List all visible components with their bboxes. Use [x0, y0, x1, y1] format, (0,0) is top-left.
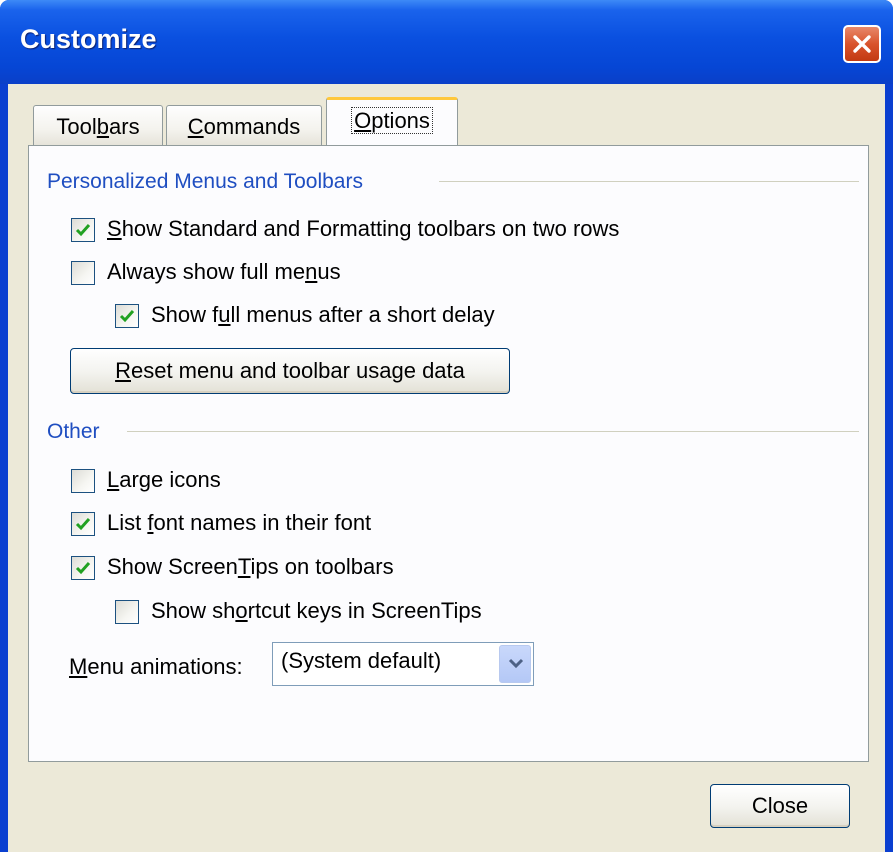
title-bar[interactable]: Customize	[0, 0, 893, 84]
tab-focus-outline: Options	[351, 107, 433, 134]
checkbox[interactable]	[71, 512, 95, 536]
tab-mnemonic: b	[96, 114, 110, 139]
option-label: Show full menus after a short delay	[151, 302, 495, 327]
chevron-down-icon[interactable]	[499, 645, 531, 683]
tab-toolbars[interactable]: Toolbars	[33, 105, 163, 145]
menu-animations-select[interactable]: (System default)	[272, 642, 534, 686]
dialog-body: Toolbars Commands Options Personalized M…	[8, 84, 885, 852]
close-icon[interactable]	[843, 25, 881, 63]
tab-label: ars	[109, 114, 140, 139]
reset-usage-button[interactable]: Reset menu and toolbar usage data	[70, 348, 510, 394]
checkbox[interactable]	[115, 304, 139, 328]
option-delay[interactable]: Show full menus after a short delay	[115, 302, 615, 332]
tab-options[interactable]: Options	[326, 97, 458, 145]
option-font-names[interactable]: List font names in their font	[71, 510, 471, 540]
select-value: (System default)	[281, 648, 442, 673]
checkbox[interactable]	[71, 469, 95, 493]
group-divider	[439, 181, 859, 182]
option-two-rows[interactable]: Show Standard and Formatting toolbars on…	[71, 216, 771, 246]
option-label: Show Standard and Formatting toolbars on…	[107, 216, 620, 241]
option-label: Show shortcut keys in ScreenTips	[151, 598, 482, 623]
option-label: Show ScreenTips on toolbars	[107, 554, 394, 579]
tab-mnemonic: O	[354, 108, 372, 133]
dialog-title: Customize	[20, 24, 157, 54]
options-panel: Personalized Menus and Toolbars Show Sta…	[28, 145, 869, 762]
menu-animations-label: Menu animations:	[69, 654, 243, 679]
other-heading: Other	[47, 420, 100, 443]
tab-label: ptions	[371, 108, 430, 133]
group-divider	[127, 431, 859, 432]
option-label: Large icons	[107, 467, 221, 492]
option-screentips[interactable]: Show ScreenTips on toolbars	[71, 554, 471, 584]
checkbox[interactable]	[71, 261, 95, 285]
tab-label: ommands	[203, 114, 301, 139]
option-large-icons[interactable]: Large icons	[71, 467, 371, 497]
checkbox[interactable]	[71, 218, 95, 242]
customize-dialog: Customize Toolbars Commands Options Pers…	[0, 0, 893, 852]
checkbox[interactable]	[115, 600, 139, 624]
tab-label: Tool	[56, 114, 97, 139]
personalized-heading: Personalized Menus and Toolbars	[47, 170, 363, 193]
option-label: List font names in their font	[107, 510, 372, 535]
close-button[interactable]: Close	[710, 784, 850, 828]
tab-commands[interactable]: Commands	[166, 105, 322, 145]
checkbox[interactable]	[71, 556, 95, 580]
tab-mnemonic: C	[187, 114, 204, 139]
option-label: Always show full menus	[107, 259, 341, 284]
option-shortcut-keys[interactable]: Show shortcut keys in ScreenTips	[115, 598, 565, 628]
option-full-menus[interactable]: Always show full menus	[71, 259, 471, 289]
